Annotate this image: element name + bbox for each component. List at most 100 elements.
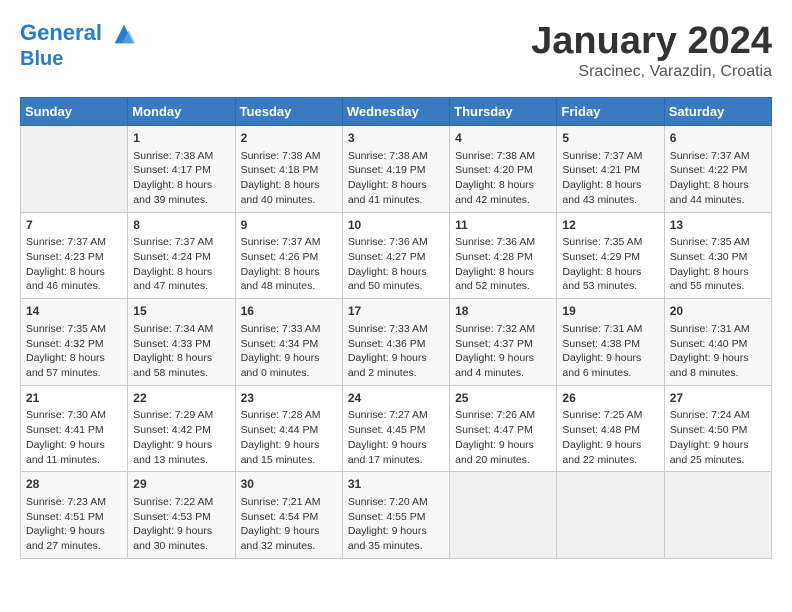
day-info-line: Sunrise: 7:36 AM [455,235,551,250]
calendar-cell: 26Sunrise: 7:25 AMSunset: 4:48 PMDayligh… [557,385,664,472]
day-info-line: Sunset: 4:55 PM [348,510,444,525]
day-info-line: and 15 minutes. [241,453,337,468]
day-info-line: and 30 minutes. [133,539,229,554]
day-info-line: Sunrise: 7:38 AM [455,149,551,164]
day-info-line: and 48 minutes. [241,279,337,294]
day-info-line: and 8 minutes. [670,366,766,381]
weekday-header-wednesday: Wednesday [342,98,449,126]
calendar-cell: 2 Sunrise: 7:38 AMSunset: 4:18 PMDaylight… [235,126,342,213]
day-info-line: Sunrise: 7:38 AM [133,149,229,164]
day-info-line: Sunrise: 7:34 AM [133,322,229,337]
day-number: 9 [241,217,337,234]
day-number: 31 [348,476,444,493]
day-info-line: and 4 minutes. [455,366,551,381]
day-number: 8 [133,217,229,234]
calendar-cell: 31Sunrise: 7:20 AMSunset: 4:55 PMDayligh… [342,472,449,559]
calendar-week-row: 14Sunrise: 7:35 AMSunset: 4:32 PMDayligh… [21,299,772,386]
day-info-line: Sunset: 4:20 PM [455,163,551,178]
day-info-line: Sunrise: 7:37 AM [26,235,122,250]
day-info-line: Sunset: 4:30 PM [670,250,766,265]
day-number: 24 [348,390,444,407]
day-info-line: Sunset: 4:18 PM [241,163,337,178]
calendar-week-row: 7Sunrise: 7:37 AMSunset: 4:23 PMDaylight… [21,212,772,299]
logo-text: General [20,20,138,48]
day-info-line: and 46 minutes. [26,279,122,294]
day-info-line: and 41 minutes. [348,193,444,208]
day-info-line: Daylight: 9 hours [26,524,122,539]
day-info-line: Daylight: 8 hours [348,178,444,193]
day-number: 16 [241,303,337,320]
day-info-line: Daylight: 8 hours [670,178,766,193]
calendar-cell: 25Sunrise: 7:26 AMSunset: 4:47 PMDayligh… [450,385,557,472]
day-info-line: and 47 minutes. [133,279,229,294]
day-info-line: Sunset: 4:27 PM [348,250,444,265]
day-info-line: and 13 minutes. [133,453,229,468]
day-info-line: Sunset: 4:28 PM [455,250,551,265]
day-info-line: Sunrise: 7:24 AM [670,408,766,423]
calendar-cell: 24Sunrise: 7:27 AMSunset: 4:45 PMDayligh… [342,385,449,472]
day-info-line: Sunset: 4:34 PM [241,337,337,352]
day-info-line: Sunrise: 7:33 AM [348,322,444,337]
day-number: 27 [670,390,766,407]
day-number: 3 [348,130,444,147]
day-info-line: Sunrise: 7:38 AM [348,149,444,164]
weekday-header-row: SundayMondayTuesdayWednesdayThursdayFrid… [21,98,772,126]
calendar-cell: 15Sunrise: 7:34 AMSunset: 4:33 PMDayligh… [128,299,235,386]
day-info-line: and 27 minutes. [26,539,122,554]
day-info-line: Daylight: 8 hours [133,351,229,366]
calendar-cell: 10Sunrise: 7:36 AMSunset: 4:27 PMDayligh… [342,212,449,299]
day-info-line: Sunrise: 7:31 AM [670,322,766,337]
calendar-cell: 7Sunrise: 7:37 AMSunset: 4:23 PMDaylight… [21,212,128,299]
day-info-line: Daylight: 8 hours [26,265,122,280]
calendar-week-row: 28Sunrise: 7:23 AMSunset: 4:51 PMDayligh… [21,472,772,559]
day-info-line: Daylight: 9 hours [348,438,444,453]
day-info-line: Daylight: 9 hours [562,438,658,453]
day-info-line: and 11 minutes. [26,453,122,468]
calendar-cell: 22Sunrise: 7:29 AMSunset: 4:42 PMDayligh… [128,385,235,472]
day-info-line: Daylight: 9 hours [562,351,658,366]
weekday-header-tuesday: Tuesday [235,98,342,126]
day-info-line: Sunset: 4:26 PM [241,250,337,265]
day-info-line: and 55 minutes. [670,279,766,294]
day-info-line: and 58 minutes. [133,366,229,381]
day-info-line: and 50 minutes. [348,279,444,294]
day-info-line: Daylight: 8 hours [26,351,122,366]
calendar-cell: 29Sunrise: 7:22 AMSunset: 4:53 PMDayligh… [128,472,235,559]
calendar-cell: 30Sunrise: 7:21 AMSunset: 4:54 PMDayligh… [235,472,342,559]
day-info-line: Daylight: 9 hours [241,524,337,539]
day-info-line: Sunset: 4:53 PM [133,510,229,525]
day-info-line: Sunrise: 7:37 AM [133,235,229,250]
day-info-line: Daylight: 8 hours [455,178,551,193]
day-info-line: Sunset: 4:47 PM [455,423,551,438]
day-info-line: Daylight: 9 hours [348,524,444,539]
weekday-header-monday: Monday [128,98,235,126]
day-info-line: Daylight: 9 hours [348,351,444,366]
calendar-cell: 14Sunrise: 7:35 AMSunset: 4:32 PMDayligh… [21,299,128,386]
day-info-line: Sunrise: 7:22 AM [133,495,229,510]
day-number: 30 [241,476,337,493]
day-info-line: and 40 minutes. [241,193,337,208]
day-info-line: Sunset: 4:33 PM [133,337,229,352]
day-number: 12 [562,217,658,234]
day-info-line: Daylight: 8 hours [133,178,229,193]
day-info-line: Sunrise: 7:38 AM [241,149,337,164]
weekday-header-saturday: Saturday [664,98,771,126]
calendar-cell: 3Sunrise: 7:38 AMSunset: 4:19 PMDaylight… [342,126,449,213]
day-info-line: Sunset: 4:42 PM [133,423,229,438]
calendar-cell: 20Sunrise: 7:31 AMSunset: 4:40 PMDayligh… [664,299,771,386]
day-info-line: Daylight: 8 hours [455,265,551,280]
day-number: 19 [562,303,658,320]
day-info-line: Sunset: 4:45 PM [348,423,444,438]
calendar-cell: 6Sunrise: 7:37 AMSunset: 4:22 PMDaylight… [664,126,771,213]
day-info-line: Daylight: 8 hours [241,178,337,193]
day-info-line: Sunset: 4:44 PM [241,423,337,438]
day-info-line: Daylight: 9 hours [133,524,229,539]
day-info-line: Sunrise: 7:36 AM [348,235,444,250]
day-info-line: and 42 minutes. [455,193,551,208]
day-info-line: Daylight: 9 hours [670,351,766,366]
day-info-line: Daylight: 8 hours [241,265,337,280]
calendar-cell: 23Sunrise: 7:28 AMSunset: 4:44 PMDayligh… [235,385,342,472]
day-number: 2 [241,130,337,147]
day-info-line: Daylight: 9 hours [241,438,337,453]
day-info-line: Sunrise: 7:28 AM [241,408,337,423]
